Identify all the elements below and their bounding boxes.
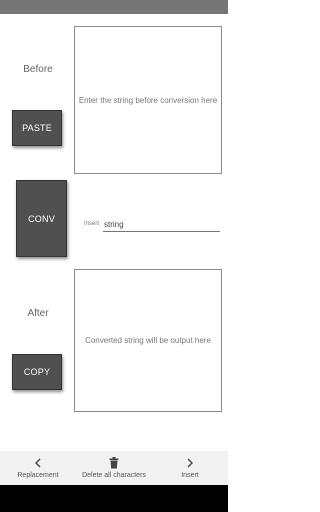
bottom-nav: Replacement Delete all characters Insert [0, 451, 228, 485]
system-nav-bar [0, 485, 228, 512]
nav-delete-all[interactable]: Delete all characters [76, 451, 152, 485]
chevron-right-icon [186, 457, 194, 469]
trash-icon [109, 457, 119, 469]
nav-insert-label: Insert [181, 472, 199, 479]
paste-button[interactable]: PASTE [12, 110, 62, 146]
convert-button[interactable]: CONV [16, 180, 67, 257]
after-text-area[interactable]: Converted string will be output here [74, 269, 222, 412]
insert-input[interactable]: string [103, 217, 220, 232]
copy-button[interactable]: COPY [12, 354, 62, 390]
nav-replacement[interactable]: Replacement [0, 451, 76, 485]
status-bar [0, 0, 228, 14]
before-label: Before [23, 64, 53, 75]
insert-caption: Insert [84, 221, 100, 227]
before-text-area[interactable]: Enter the string before conversion here [74, 26, 222, 174]
after-label: After [27, 308, 49, 319]
chevron-left-icon [34, 457, 42, 469]
nav-delete-all-label: Delete all characters [82, 472, 146, 479]
after-placeholder: Converted string will be output here [85, 336, 211, 345]
before-placeholder: Enter the string before conversion here [78, 95, 218, 105]
nav-replacement-label: Replacement [17, 472, 59, 479]
nav-insert[interactable]: Insert [152, 451, 228, 485]
